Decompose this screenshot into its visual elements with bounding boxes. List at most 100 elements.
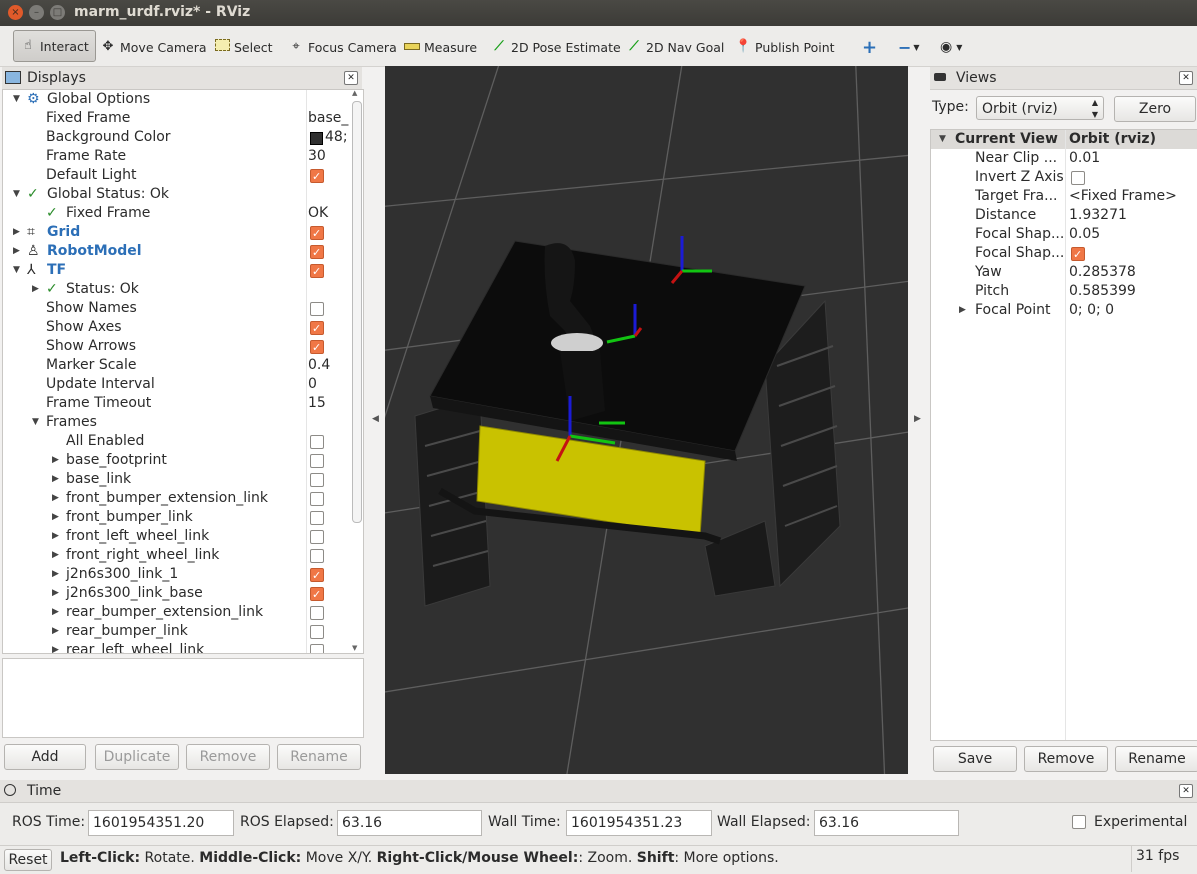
add-tool-button[interactable]: + [862, 34, 877, 60]
views-tree[interactable]: ▼ Current View Orbit (rviz) Near Clip ..… [930, 129, 1197, 741]
remove-display-button[interactable]: Remove [186, 744, 270, 770]
select-tool-button[interactable]: Select [214, 34, 273, 60]
displays-row-value[interactable]: 0 [308, 375, 352, 394]
view-property-value[interactable]: 1.93271 [1069, 206, 1127, 225]
expand-right-icon[interactable]: ▶ [959, 301, 966, 320]
displays-tree-row[interactable]: ▶ base_link [3, 470, 351, 489]
displays-tree-row[interactable]: ▼ Frames [3, 413, 351, 432]
view-property-value[interactable]: 0.01 [1069, 149, 1100, 168]
experimental-checkbox[interactable] [1072, 815, 1086, 829]
displays-tree-row[interactable]: Fixed Frame base_ [3, 109, 351, 128]
expand-down-icon[interactable]: ▼ [32, 413, 39, 432]
displays-tree-row[interactable]: Default Light [3, 166, 351, 186]
rename-view-button[interactable]: Rename [1115, 746, 1197, 772]
expand-right-icon[interactable]: ▶ [32, 280, 39, 299]
displays-row-value[interactable]: base_ [308, 109, 352, 128]
close-panel-icon[interactable]: ✕ [1179, 784, 1193, 798]
save-view-button[interactable]: Save [933, 746, 1017, 772]
expand-right-icon[interactable]: ▶ [13, 223, 20, 242]
views-tree-row[interactable]: Target Fra... <Fixed Frame> [931, 187, 1197, 206]
expand-right-icon[interactable]: ▶ [52, 565, 59, 584]
expand-down-icon[interactable]: ▼ [13, 90, 20, 109]
expand-right-icon[interactable]: ▶ [52, 546, 59, 565]
enable-checkbox[interactable] [310, 530, 324, 544]
displays-row-value[interactable]: 15 [308, 394, 352, 413]
nav-goal-tool-button[interactable]: ⟋ 2D Nav Goal [626, 34, 724, 60]
displays-row-value[interactable]: 30 [308, 147, 352, 166]
enable-checkbox[interactable] [310, 492, 324, 506]
view-property-value[interactable]: 0.285378 [1069, 263, 1136, 282]
displays-row-value[interactable]: 0.4 [308, 356, 352, 375]
expand-down-icon[interactable]: ▼ [13, 261, 20, 280]
enable-checkbox[interactable] [310, 549, 324, 563]
view-property-value[interactable]: 0; 0; 0 [1069, 301, 1114, 320]
enable-checkbox[interactable] [310, 473, 324, 487]
enable-checkbox[interactable] [310, 167, 324, 186]
displays-tree-row[interactable]: ▶ rear_bumper_extension_link [3, 603, 351, 622]
displays-tree-row[interactable]: ▼ ⅄ TF [3, 261, 351, 281]
current-view-header[interactable]: ▼ Current View Orbit (rviz) [931, 130, 1197, 149]
view-property-value[interactable]: 0.05 [1069, 225, 1100, 244]
ros-time-field[interactable]: 1601954351.20 [88, 810, 234, 836]
displays-tree-row[interactable]: ▶ rear_left_wheel_link [3, 641, 351, 653]
pose-estimate-tool-button[interactable]: ⟋ 2D Pose Estimate [491, 34, 620, 60]
views-tree-row[interactable]: Yaw 0.285378 [931, 263, 1197, 282]
rename-display-button[interactable]: Rename [277, 744, 361, 770]
view-property-value[interactable]: 0.585399 [1069, 282, 1136, 301]
enable-checkbox[interactable] [310, 625, 324, 639]
displays-tree-row[interactable]: ▼ ⚙ Global Options [3, 90, 351, 109]
expand-down-icon[interactable]: ▼ [13, 185, 20, 204]
ros-elapsed-field[interactable]: 63.16 [337, 810, 482, 836]
view-property-value[interactable]: <Fixed Frame> [1069, 187, 1177, 206]
expand-right-icon[interactable]: ▶ [52, 508, 59, 527]
maximize-window-button[interactable]: □ [50, 5, 65, 20]
expand-right-icon[interactable]: ▶ [52, 622, 59, 641]
enable-checkbox[interactable] [310, 644, 324, 653]
displays-tree-row[interactable]: Marker Scale 0.4 [3, 356, 351, 375]
scroll-down-icon[interactable]: ▼ [352, 644, 357, 652]
close-panel-icon[interactable]: ✕ [344, 71, 358, 85]
views-tree-row[interactable]: Pitch 0.585399 [931, 282, 1197, 301]
interact-tool-button[interactable]: ☝ Interact [13, 30, 96, 62]
displays-row-value[interactable]: OK [308, 204, 352, 223]
displays-tree-row[interactable]: ▶ ⌗ Grid [3, 223, 351, 243]
enable-checkbox[interactable] [310, 435, 324, 449]
collapse-left-arrow-icon[interactable]: ◀ [372, 414, 379, 424]
displays-tree-row[interactable]: Show Names [3, 299, 351, 318]
displays-scrollbar[interactable]: ▲ ▼ [350, 89, 362, 652]
displays-tree-row[interactable]: Show Axes [3, 318, 351, 338]
displays-tree-row[interactable]: Frame Timeout 15 [3, 394, 351, 413]
displays-tree-row[interactable]: ▶ ✓ Status: Ok [3, 280, 351, 299]
zero-button[interactable]: Zero [1114, 96, 1196, 122]
displays-tree-row[interactable]: ▼ ✓ Global Status: Ok [3, 185, 351, 204]
enable-checkbox[interactable] [310, 319, 324, 338]
move-camera-tool-button[interactable]: ✥ Move Camera [100, 34, 207, 60]
displays-tree-row[interactable]: ▶ base_footprint [3, 451, 351, 470]
displays-tree-row[interactable]: ▶ j2n6s300_link_base [3, 584, 351, 604]
displays-tree[interactable]: ▼ ⚙ Global Options Fixed Frame base_ Backgrou… [2, 89, 364, 654]
scrollbar-thumb[interactable] [352, 101, 362, 523]
displays-tree-row[interactable]: All Enabled [3, 432, 351, 451]
3d-render-viewport[interactable] [385, 66, 908, 774]
panels-menu-button[interactable]: ◉ ▼ [940, 34, 962, 60]
displays-tree-row[interactable]: ▶ ♙ RobotModel [3, 242, 351, 262]
measure-tool-button[interactable]: Measure [404, 34, 477, 60]
displays-tree-row[interactable]: ▶ front_left_wheel_link [3, 527, 351, 546]
wall-time-field[interactable]: 1601954351.23 [566, 810, 712, 836]
expand-right-icon[interactable]: ▶ [52, 489, 59, 508]
collapse-right-arrow-icon[interactable]: ▶ [914, 414, 921, 424]
publish-point-tool-button[interactable]: 📍 Publish Point [735, 34, 835, 60]
enable-checkbox[interactable] [310, 606, 324, 620]
views-tree-row[interactable]: Distance 1.93271 [931, 206, 1197, 225]
focus-camera-tool-button[interactable]: ⌖ Focus Camera [288, 34, 396, 60]
color-swatch[interactable] [310, 132, 323, 145]
enable-checkbox[interactable] [310, 454, 324, 468]
view-type-select[interactable]: Orbit (rviz) ▲ ▼ [976, 96, 1104, 120]
views-tree-row[interactable]: Focal Shap... [931, 244, 1197, 264]
expand-right-icon[interactable]: ▶ [52, 527, 59, 546]
displays-tree-row[interactable]: ▶ rear_bumper_link [3, 622, 351, 641]
expand-right-icon[interactable]: ▶ [52, 641, 59, 653]
displays-tree-row[interactable]: ▶ front_bumper_extension_link [3, 489, 351, 508]
enable-checkbox[interactable] [310, 585, 324, 604]
enable-checkbox[interactable] [310, 511, 324, 525]
